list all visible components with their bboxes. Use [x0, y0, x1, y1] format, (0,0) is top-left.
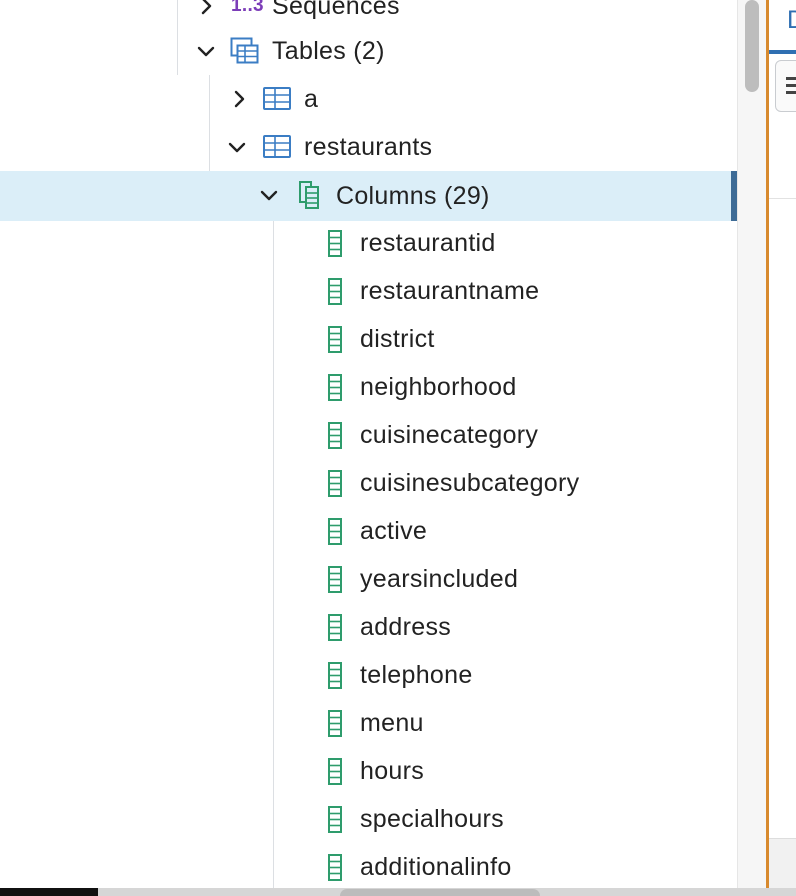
tree-node-table-a[interactable]: a: [0, 75, 737, 123]
tree-node-columns[interactable]: Columns (29): [0, 171, 737, 221]
tree-node-label: Columns (29): [336, 182, 490, 210]
sequence-icon: 1..3: [231, 0, 264, 16]
column-item-label: hours: [360, 757, 425, 785]
right-panel-tab-label: D: [787, 6, 796, 35]
tables-group-icon: [230, 37, 259, 64]
column-icon: [328, 662, 342, 689]
column-item-label: active: [360, 517, 428, 545]
column-icon: [328, 854, 342, 881]
column-icon: [328, 806, 342, 833]
column-item[interactable]: yearsincluded: [0, 555, 737, 603]
column-item-label: address: [360, 613, 452, 641]
tree-node-label: a: [304, 85, 319, 113]
columns-group-icon: [299, 181, 319, 209]
table-icon: [263, 87, 291, 110]
menu-toolbar-button[interactable]: [775, 60, 796, 112]
bottom-strip-dark: [0, 888, 98, 896]
column-item[interactable]: district: [0, 315, 737, 363]
column-item-label: telephone: [360, 661, 473, 689]
hamburger-icon: [786, 91, 796, 94]
hamburger-icon: [786, 77, 796, 80]
column-icon: [328, 566, 342, 593]
column-item[interactable]: restaurantid: [0, 219, 737, 267]
tree-node-label: Tables (2): [272, 37, 385, 65]
column-icon: [328, 614, 342, 641]
column-item[interactable]: cuisinesubcategory: [0, 459, 737, 507]
column-icon: [328, 374, 342, 401]
chevron-right-icon[interactable]: [196, 0, 216, 16]
column-item[interactable]: neighborhood: [0, 363, 737, 411]
bottom-strip: [0, 888, 796, 896]
column-item[interactable]: active: [0, 507, 737, 555]
column-item[interactable]: telephone: [0, 651, 737, 699]
right-panel-footer: [769, 838, 796, 888]
tree-node-label: Sequences: [272, 0, 400, 20]
column-item-label: district: [360, 325, 435, 353]
column-icon: [328, 230, 342, 257]
tree-node-label: restaurants: [304, 133, 433, 161]
column-item-label: neighborhood: [360, 373, 517, 401]
column-icon: [328, 278, 342, 305]
chevron-down-icon[interactable]: [196, 41, 216, 61]
column-icon: [328, 326, 342, 353]
column-item-label: cuisinecategory: [360, 421, 539, 449]
object-explorer-tree: 1..3 Sequences Tables (2) a restaurants …: [0, 0, 737, 888]
column-item[interactable]: specialhours: [0, 795, 737, 843]
column-item-label: restaurantid: [360, 229, 496, 257]
bottom-strip-handle: [340, 889, 540, 896]
column-icon: [328, 518, 342, 545]
column-item[interactable]: address: [0, 603, 737, 651]
column-item-label: specialhours: [360, 805, 504, 833]
hamburger-icon: [786, 84, 796, 87]
column-icon: [328, 422, 342, 449]
column-icon: [328, 758, 342, 785]
column-item-label: restaurantname: [360, 277, 540, 305]
column-item[interactable]: menu: [0, 699, 737, 747]
tree-node-table-restaurants[interactable]: restaurants: [0, 123, 737, 171]
column-item-label: cuisinesubcategory: [360, 469, 580, 497]
column-item-label: menu: [360, 709, 424, 737]
column-item-label: additionalinfo: [360, 853, 512, 881]
column-icon: [328, 710, 342, 737]
chevron-down-icon[interactable]: [227, 137, 247, 157]
column-item[interactable]: hours: [0, 747, 737, 795]
chevron-down-icon[interactable]: [259, 185, 279, 205]
right-panel-tab[interactable]: D: [769, 0, 796, 54]
tree-node-sequences[interactable]: 1..3 Sequences: [0, 0, 737, 30]
tree-scrollbar-thumb[interactable]: [745, 0, 759, 92]
tree-scrollbar[interactable]: [737, 0, 768, 888]
right-panel-divider: [769, 198, 796, 199]
right-panel: D: [769, 0, 796, 888]
column-item[interactable]: additionalinfo: [0, 843, 737, 888]
tree-node-tables[interactable]: Tables (2): [0, 27, 737, 75]
column-item[interactable]: restaurantname: [0, 267, 737, 315]
chevron-right-icon[interactable]: [229, 89, 249, 109]
column-item-label: yearsincluded: [360, 565, 519, 593]
column-item[interactable]: cuisinecategory: [0, 411, 737, 459]
table-icon: [263, 135, 291, 158]
column-icon: [328, 470, 342, 497]
